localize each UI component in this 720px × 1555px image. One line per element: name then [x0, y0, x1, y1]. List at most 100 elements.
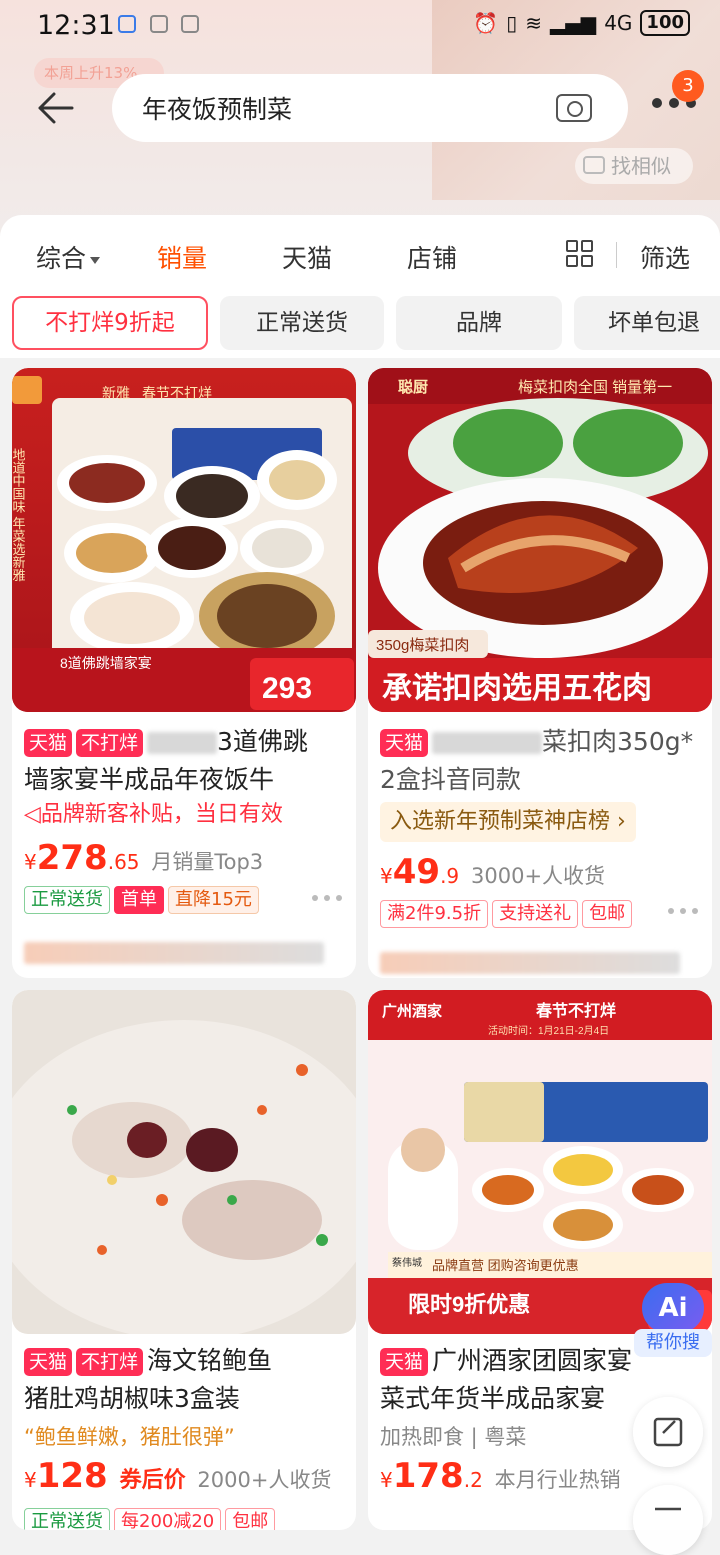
image-brand: 聪厨: [398, 378, 428, 396]
subsidy-line: ◁品牌新客补贴，当日有效: [24, 796, 348, 834]
sort-tab-store[interactable]: 店铺: [407, 239, 457, 275]
no-close-badge: 不打烊: [76, 729, 144, 757]
blurred-shop-row: [24, 933, 348, 971]
sort-tab-label: 综合: [36, 244, 87, 273]
speaker-icon: ◁: [24, 802, 41, 827]
service-tag: 包邮: [582, 900, 633, 928]
service-tag: 每200减20: [114, 1508, 222, 1530]
tmall-badge: 天猫: [24, 729, 73, 757]
image-slogan: 承诺扣肉选用五花肉: [382, 672, 652, 705]
tmall-badge: 天猫: [380, 1348, 429, 1376]
image-chef: 蔡伟城: [392, 1256, 422, 1269]
vibrate-icon: ▯: [506, 11, 518, 35]
price: ¥128 券后价 2000+人收货: [24, 1456, 332, 1496]
chip-normal-delivery[interactable]: 正常送货: [220, 296, 384, 350]
image-side-text: 地道中国味 年菜选新雅: [12, 448, 26, 582]
tmall-badge: 天猫: [380, 729, 429, 757]
camera-icon: [583, 156, 605, 174]
no-close-badge: 不打烊: [76, 1348, 144, 1376]
blurred-shop-row: [380, 943, 704, 978]
image-banner: 春节不打烊: [535, 1001, 616, 1020]
image-brand: 新雅: [102, 385, 130, 401]
price-int: 128: [36, 1456, 108, 1496]
service-tag: 正常送货: [24, 886, 110, 914]
status-bar: 12:31 ⏰ ▯ ≋ ▂▄▆ 4G 100: [0, 0, 720, 50]
notification-badge: 3: [672, 70, 704, 102]
service-tag: 满2件9.5折: [380, 900, 489, 928]
grid-view-icon[interactable]: [566, 240, 594, 268]
service-tag: 包邮: [225, 1508, 276, 1530]
status-icons: ⏰ ▯ ≋ ▂▄▆ 4G 100: [473, 10, 690, 36]
edit-icon: [653, 1417, 683, 1447]
title-line-2: 墙家宴半成品年夜饭牛: [24, 765, 275, 794]
sort-tab-comprehensive[interactable]: 综合: [36, 239, 101, 275]
image-notice: 品牌直营 团购咨询更优惠: [432, 1258, 579, 1273]
price-int: 178: [392, 1456, 464, 1496]
sort-tab-tmall[interactable]: 天猫: [282, 239, 332, 275]
rank-pill[interactable]: 入选新年预制菜神店榜 ›: [380, 802, 636, 842]
sales-meta: 2000+人收货: [197, 1468, 332, 1492]
title-suffix: 广州酒家团圆家宴: [432, 1346, 633, 1375]
sales-meta: 月销量Top3: [151, 850, 264, 874]
sales-meta: 3000+人收货: [471, 864, 606, 888]
search-query[interactable]: 年夜饭预制菜: [142, 90, 292, 126]
sort-bar: 综合 销量 天猫 店铺 筛选: [0, 215, 720, 290]
image-brand: 广州酒家: [382, 1002, 442, 1020]
menu-icon: [655, 1507, 681, 1511]
product-title[interactable]: 天猫 菜扣肉350g* 2盒抖音同款: [380, 723, 704, 799]
chip-no-close-discount[interactable]: 不打烊9折起: [12, 296, 208, 350]
caret-down-icon: [90, 256, 101, 264]
product-image[interactable]: [12, 990, 356, 1334]
title-line-2: 2盒抖音同款: [380, 765, 521, 794]
more-options-icon[interactable]: [668, 908, 702, 916]
service-tags: 正常送货 每200减20 包邮: [24, 1500, 348, 1530]
product-image[interactable]: 新雅 春节不打烊 地道中国味 年菜选新雅 8道佛跳墙家宴 293: [12, 368, 356, 712]
ai-helper-label: 帮你搜: [634, 1329, 712, 1357]
filter-button[interactable]: 筛选: [640, 239, 690, 275]
notification-icon: [150, 15, 168, 33]
price-int: 49: [392, 852, 441, 892]
title-line-2: 菜式年货半成品家宴: [380, 1384, 606, 1413]
ai-search-helper[interactable]: Ai 帮你搜: [634, 1283, 712, 1357]
find-similar-button[interactable]: 找相似: [575, 148, 693, 184]
service-tag: 首单: [114, 886, 164, 914]
chip-damage-refund[interactable]: 坏单包退: [574, 296, 720, 350]
price-decimal: .2: [463, 1468, 483, 1492]
title-suffix: 海文铭鲍鱼: [147, 1346, 273, 1375]
image-weight: 350g梅菜扣肉: [376, 637, 469, 654]
signal-icon: ▂▄▆: [550, 11, 597, 35]
service-tag: 正常送货: [24, 1508, 110, 1530]
service-tags: 正常送货 首单 直降15元: [24, 878, 348, 916]
feedback-button[interactable]: [633, 1397, 703, 1467]
image-bottom-text: 8道佛跳墙家宴: [60, 655, 152, 671]
wifi-icon: ≋: [525, 11, 543, 35]
find-similar-label: 找相似: [611, 154, 671, 178]
product-image[interactable]: 梅菜扣肉全国 销量第一 聪厨 350g梅菜扣肉 承诺扣肉选用五花肉: [368, 368, 712, 712]
product-card[interactable]: 新雅 春节不打烊 地道中国味 年菜选新雅 8道佛跳墙家宴 293 天猫 不打烊 3道…: [12, 368, 356, 978]
price-int: 278: [36, 838, 108, 878]
product-card[interactable]: 梅菜扣肉全国 销量第一 聪厨 350g梅菜扣肉 承诺扣肉选用五花肉 天猫 菜扣肉3…: [368, 368, 712, 978]
menu-button[interactable]: [633, 1485, 703, 1555]
product-card[interactable]: 天猫 不打烊 海文铭鲍鱼 猪肚鸡胡椒味3盒装 “鲍鱼鲜嫩，猪肚很弹” ¥128 券后…: [12, 990, 356, 1530]
more-options-icon[interactable]: [312, 895, 346, 903]
battery-icon: 100: [640, 10, 690, 36]
back-arrow-icon[interactable]: [36, 90, 76, 126]
ai-icon: Ai: [642, 1283, 704, 1333]
chip-brand[interactable]: 品牌: [396, 296, 562, 350]
divider: [616, 242, 617, 268]
camera-search-icon[interactable]: [556, 94, 592, 122]
price-decimal: .9: [440, 864, 460, 888]
service-tag: 直降15元: [168, 886, 259, 914]
price: ¥49.9 3000+人收货: [380, 852, 606, 892]
search-box[interactable]: 年夜饭预制菜: [112, 74, 628, 142]
product-title[interactable]: 天猫 不打烊 3道佛跳 墙家宴半成品年夜饭牛: [24, 723, 348, 799]
image-price: 293: [262, 672, 312, 705]
sort-tab-sales[interactable]: 销量: [157, 239, 207, 275]
image-banner: 梅菜扣肉全国 销量第一: [518, 378, 672, 396]
subsidy-text: 品牌新客补贴，当日有效: [40, 802, 283, 827]
service-tag: 支持送礼: [492, 900, 579, 928]
notification-icon: [118, 15, 136, 33]
title-line-2: 猪肚鸡胡椒味3盒装: [24, 1384, 240, 1413]
review-quote: “鲍鱼鲜嫩，猪肚很弹”: [24, 1425, 235, 1449]
product-title[interactable]: 天猫 不打烊 海文铭鲍鱼 猪肚鸡胡椒味3盒装: [24, 1342, 348, 1418]
